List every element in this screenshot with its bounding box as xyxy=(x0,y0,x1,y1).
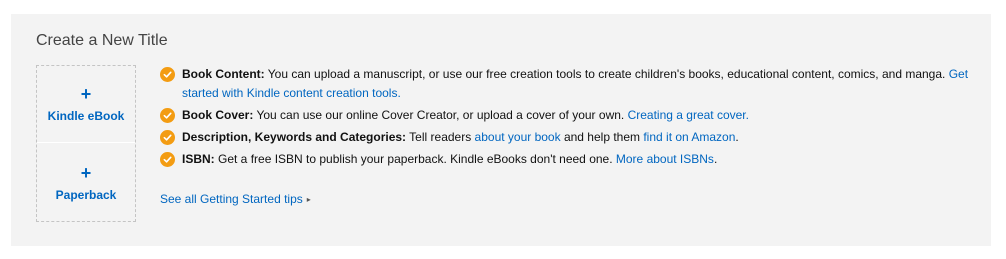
great-cover-link[interactable]: Creating a great cover. xyxy=(628,108,749,122)
tip-book-cover: Book Cover: You can use our online Cover… xyxy=(160,106,970,125)
tip-text: and help them xyxy=(560,130,644,144)
check-circle-icon xyxy=(160,130,175,145)
find-on-amazon-link[interactable]: find it on Amazon xyxy=(643,130,735,144)
kindle-ebook-label: Kindle eBook xyxy=(47,109,125,123)
tip-text: Tell readers xyxy=(406,130,475,144)
tip-text: . xyxy=(713,152,718,166)
tip-text: You can use our online Cover Creator, or… xyxy=(253,108,628,122)
tip-heading: ISBN: xyxy=(182,152,215,166)
check-circle-icon xyxy=(160,108,175,123)
check-circle-icon xyxy=(160,152,175,167)
tip-text: You can upload a manuscript, or use our … xyxy=(264,67,949,81)
tip-heading: Book Content: xyxy=(182,67,265,81)
tip-isbn: ISBN: Get a free ISBN to publish your pa… xyxy=(160,150,970,169)
see-all-tips: See all Getting Started tips ▸ xyxy=(160,191,311,208)
paperback-label: Paperback xyxy=(55,187,117,202)
plus-icon: + xyxy=(80,84,92,104)
about-your-book-link[interactable]: about your book xyxy=(475,130,561,144)
tip-description: Description, Keywords and Categories: Te… xyxy=(160,128,970,147)
more-about-isbns-link[interactable]: More about ISBNs xyxy=(616,152,714,166)
create-kindle-ebook-button[interactable]: + Kindle eBook xyxy=(37,66,135,143)
getting-started-tips: Book Content: You can upload a manuscrip… xyxy=(160,65,970,206)
tip-book-content: Book Content: You can upload a manuscrip… xyxy=(160,65,970,103)
see-all-tips-link[interactable]: See all Getting Started tips xyxy=(160,192,303,206)
check-circle-icon xyxy=(160,67,175,82)
create-title-panel: Create a New Title + Kindle eBook + Pape… xyxy=(11,14,991,246)
caret-right-icon: ▸ xyxy=(306,195,311,204)
tip-heading: Book Cover: xyxy=(182,108,254,122)
tip-text: . xyxy=(735,130,739,144)
tip-text: Get a free ISBN to publish your paperbac… xyxy=(214,152,616,166)
plus-icon: + xyxy=(80,162,92,183)
create-paperback-button[interactable]: + Paperback xyxy=(37,144,135,221)
panel-title: Create a New Title xyxy=(36,32,168,49)
tip-heading: Description, Keywords and Categories: xyxy=(182,130,407,144)
create-options: + Kindle eBook + Paperback xyxy=(36,65,136,222)
